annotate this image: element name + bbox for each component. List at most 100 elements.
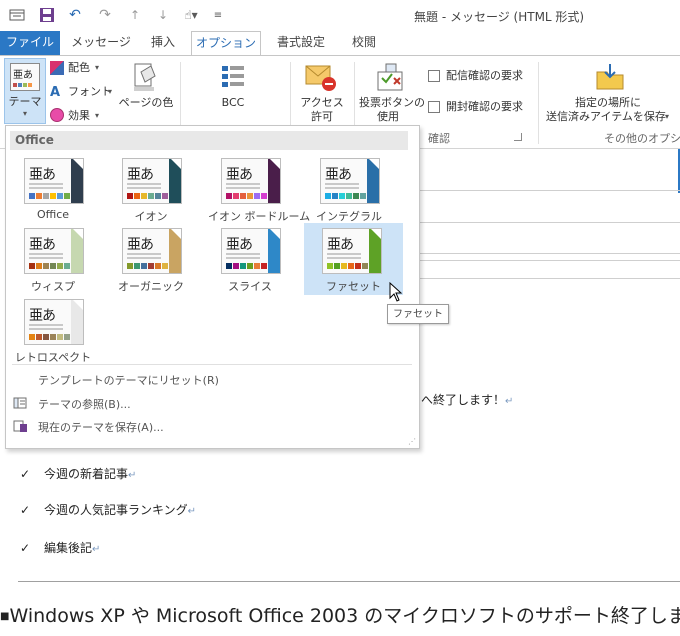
color-swatch <box>360 193 366 199</box>
touch-mode-icon[interactable]: ☝▾ <box>178 6 204 24</box>
color-swatches <box>29 334 71 340</box>
tab-message[interactable]: メッセージ <box>70 31 132 55</box>
permission-icon <box>305 64 337 92</box>
colors-icon <box>50 61 64 75</box>
color-swatch <box>162 193 168 199</box>
theme-option[interactable]: 亜あ スライス <box>208 223 292 295</box>
redo-icon[interactable]: ↷ <box>96 6 114 24</box>
save-icon[interactable] <box>38 6 56 24</box>
theme-name: レトロスペクト <box>14 351 92 364</box>
theme-option[interactable]: 亜あレトロスペクト <box>11 294 95 366</box>
theme-preview: 亜あ <box>221 158 281 204</box>
tab-options[interactable]: オプション <box>191 31 261 56</box>
color-swatch <box>162 263 168 269</box>
tab-insert[interactable]: 挿入 <box>142 31 184 55</box>
theme-preview-sample: 亜あ <box>29 167 56 183</box>
horizontal-rule <box>18 581 680 582</box>
color-swatch <box>64 334 70 340</box>
color-swatch <box>247 263 253 269</box>
fonts-button[interactable]: フォント <box>68 85 112 99</box>
theme-preview: 亜あ <box>122 228 182 274</box>
theme-option[interactable]: 亜あ Office <box>11 153 95 225</box>
body-partial-line: へ終了します！↵ <box>421 393 514 407</box>
check-icon: ✓ <box>20 541 31 555</box>
customize-icon[interactable]: ≡ <box>212 6 224 24</box>
browse-theme-item[interactable]: テーマの参照(B)... <box>38 396 131 412</box>
preview-line <box>327 253 361 255</box>
preview-line <box>127 187 161 189</box>
dialog-launcher-icon[interactable] <box>514 133 522 141</box>
save-sent-label-2[interactable]: 送信済みアイテムを保存 <box>546 110 666 124</box>
color-swatch <box>325 193 331 199</box>
color-swatch <box>346 193 352 199</box>
color-swatch <box>141 263 147 269</box>
theme-option[interactable]: 亜あイオン ボードルーム <box>208 153 311 225</box>
tab-format[interactable]: 書式設定 <box>268 31 334 55</box>
ribbon-tabs: ファイル メッセージ 挿入 オプション 書式設定 校閲 <box>0 31 680 56</box>
color-swatch <box>36 193 42 199</box>
color-swatches <box>226 263 268 269</box>
effects-button[interactable]: 効果 <box>68 109 90 123</box>
headline: ■Windows XP や Microsoft Office 2003 のマイク… <box>0 601 680 628</box>
color-swatch <box>341 263 347 269</box>
theme-preview: 亜あ <box>24 299 84 345</box>
effects-icon <box>50 108 64 122</box>
color-swatch <box>254 263 260 269</box>
tab-file[interactable]: ファイル <box>0 31 60 55</box>
themes-button[interactable]: 亜あ テーマ ▾ <box>4 58 46 124</box>
theme-name: Office <box>36 208 70 221</box>
theme-option[interactable]: 亜あオーガニック <box>109 223 193 295</box>
theme-option[interactable]: 亜あ インテグラル <box>307 153 391 225</box>
reset-theme-item[interactable]: テンプレートのテーマにリセット(R) <box>38 372 219 388</box>
delivery-receipt-checkbox[interactable] <box>428 70 440 82</box>
preview-line <box>226 183 260 185</box>
save-sent-label-1[interactable]: 指定の場所に <box>575 96 641 110</box>
preview-line <box>226 187 260 189</box>
bcc-button[interactable]: BCC <box>213 96 253 110</box>
list-item: ✓ 今週の新着記事↵ <box>20 467 137 481</box>
color-swatch <box>29 263 35 269</box>
preview-line <box>29 257 63 259</box>
app-icon[interactable] <box>8 6 26 24</box>
list-item-text: 編集後記 <box>44 541 93 555</box>
color-swatch <box>43 193 49 199</box>
theme-name: オーガニック <box>118 280 184 293</box>
voting-label-1[interactable]: 投票ボタンの <box>356 96 428 110</box>
list-item: ✓ 編集後記↵ <box>20 541 101 555</box>
theme-preview-sample: 亜あ <box>29 308 56 324</box>
color-swatches <box>325 193 367 199</box>
group-separator <box>538 62 539 144</box>
page-fold <box>270 159 280 169</box>
voting-label-2[interactable]: 使用 <box>356 110 420 124</box>
color-swatch <box>233 193 239 199</box>
tab-review[interactable]: 校閲 <box>342 31 386 55</box>
page-fold <box>73 159 83 169</box>
page-color-button[interactable]: ページの色 <box>116 96 176 110</box>
list-item: ✓ 今週の人気記事ランキング↵ <box>20 503 197 517</box>
chevron-down-icon: ▾ <box>95 63 100 72</box>
color-swatch <box>29 334 35 340</box>
permission-label-2[interactable]: 許可 <box>296 110 348 124</box>
permission-label-1[interactable]: アクセス <box>296 96 348 110</box>
undo-icon[interactable]: ↶ <box>66 6 84 24</box>
theme-option[interactable]: 亜あ イオン <box>109 153 193 225</box>
color-swatch <box>240 193 246 199</box>
colors-button[interactable]: 配色 <box>68 61 90 75</box>
theme-name: ウィスプ <box>31 280 75 293</box>
theme-name: イオン ボードルーム <box>208 210 311 223</box>
save-theme-item[interactable]: 現在のテーマを保存(A)... <box>38 419 164 435</box>
color-swatch <box>64 263 70 269</box>
theme-preview-sample: 亜あ <box>226 237 253 253</box>
theme-preview-sample: 亜あ <box>127 237 154 253</box>
voting-icon <box>376 62 406 92</box>
theme-option[interactable]: 亜あ ウィスプ <box>11 223 95 295</box>
page-fold <box>73 229 83 239</box>
color-swatch <box>254 193 260 199</box>
down-icon[interactable]: ↓ <box>156 6 170 24</box>
resize-grip-icon[interactable]: ⋰ <box>408 437 416 446</box>
bcc-icon <box>220 62 246 90</box>
read-receipt-checkbox[interactable] <box>428 101 440 113</box>
color-swatch <box>127 263 133 269</box>
up-icon[interactable]: ↑ <box>128 6 142 24</box>
themes-gallery: Office 亜あ Office 亜あ イオン 亜あ イオン ボードルーム 亜あ インテグラル… <box>5 125 420 449</box>
